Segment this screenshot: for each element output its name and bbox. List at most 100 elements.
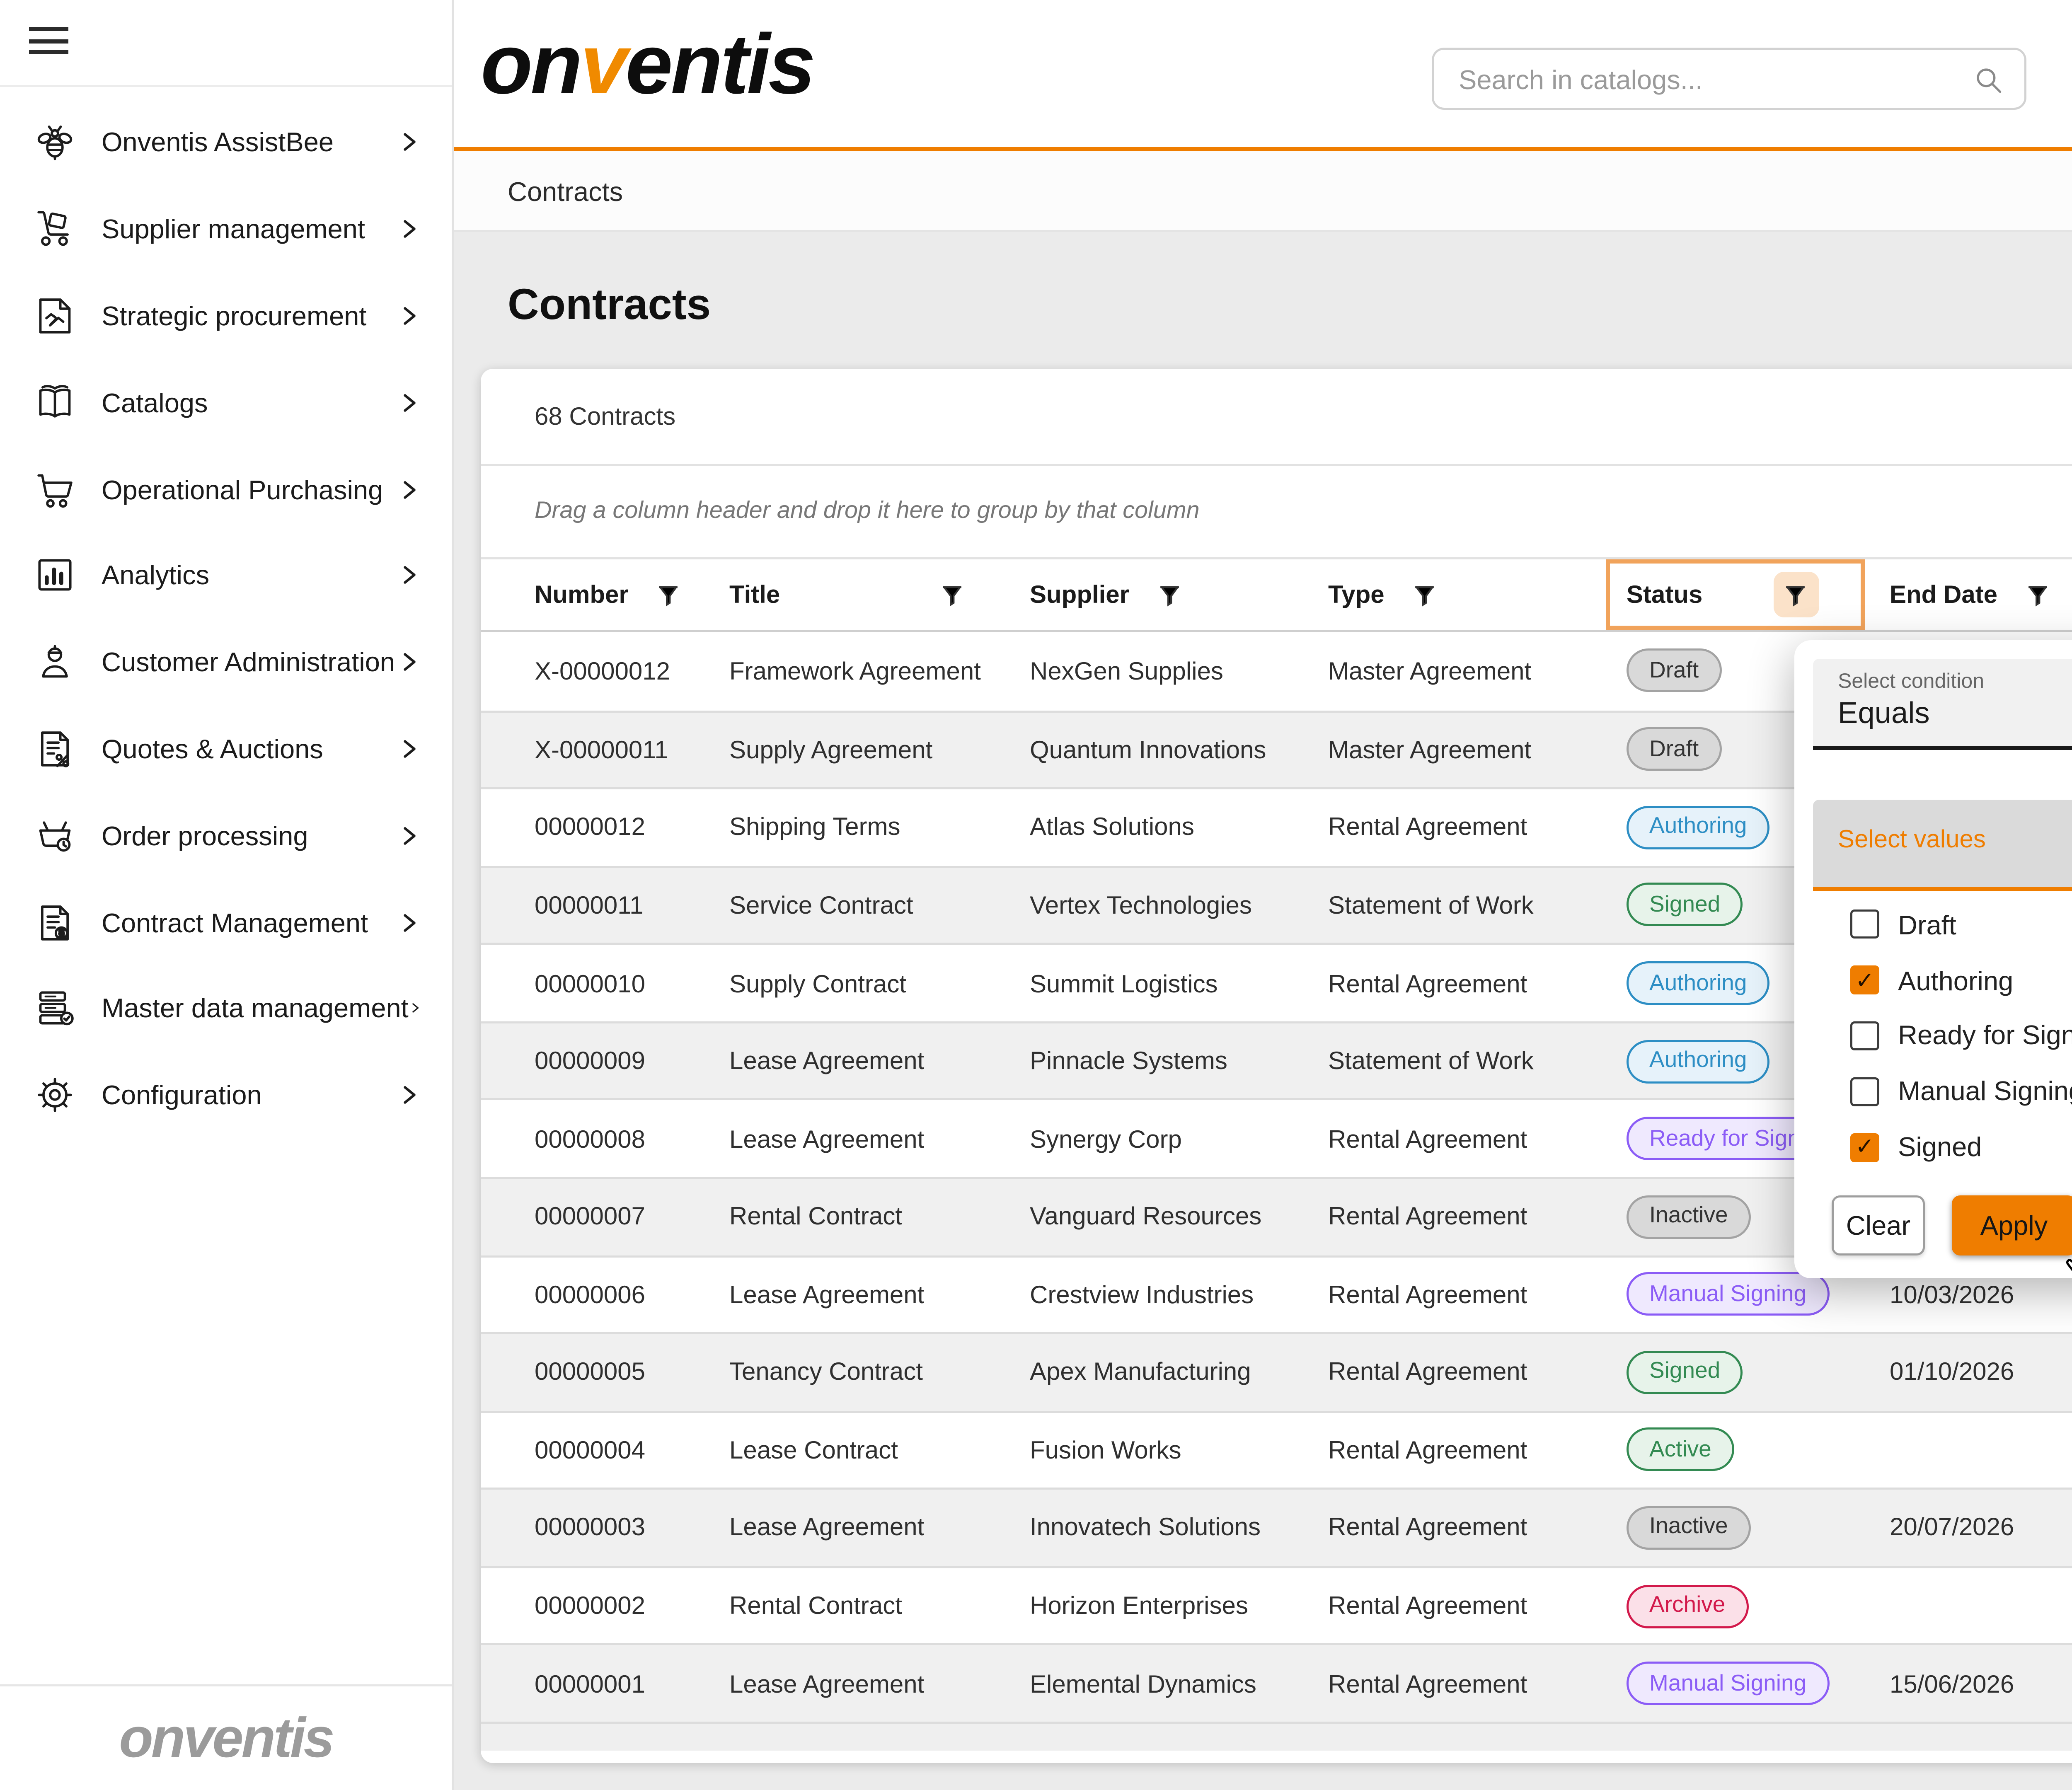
table-row[interactable]: 00000001 Lease Agreement Elemental Dynam… xyxy=(481,1644,2072,1722)
column-header[interactable]: Supplier xyxy=(1015,559,1316,630)
sidebar-item-icon xyxy=(33,900,77,944)
sidebar-item[interactable]: Order processing xyxy=(0,792,452,879)
header-accent-line xyxy=(454,146,2072,152)
funnel-icon xyxy=(939,581,966,608)
sidebar-item-icon xyxy=(33,1074,77,1117)
cell-status: Manual Signing xyxy=(1606,1646,1865,1722)
cell-supplier: Crestview Industries xyxy=(1015,1257,1316,1333)
condition-select[interactable]: Select condition Equals xyxy=(1813,659,2072,750)
values-select[interactable]: Select values xyxy=(1813,800,2072,891)
table-row[interactable]: 00000004 Lease Contract Fusion Works Ren… xyxy=(481,1410,2072,1488)
status-badge: Draft xyxy=(1627,649,1721,692)
cell-end-date: 20/07/2026 xyxy=(1865,1490,2072,1566)
cell-title: Lease Agreement xyxy=(704,1023,1015,1099)
sidebar-item[interactable]: Supplier management xyxy=(0,186,452,273)
sidebar-nav: Onventis AssistBee Supplier management S… xyxy=(0,99,452,1139)
app-window: Onventis AssistBee Supplier management S… xyxy=(0,0,2072,1790)
search-icon[interactable] xyxy=(1970,61,2006,97)
count-bar: 68 Contracts xyxy=(481,369,2072,466)
status-badge: Inactive xyxy=(1627,1195,1751,1238)
cell-type: Rental Agreement xyxy=(1316,1334,1606,1410)
cell-number: 00000012 xyxy=(508,790,704,866)
sidebar-item[interactable]: Master data management xyxy=(0,965,452,1052)
filter-option[interactable]: Authoring xyxy=(1813,953,2072,1008)
cell-type: Rental Agreement xyxy=(1316,790,1606,866)
filter-option[interactable]: Draft xyxy=(1813,897,2072,953)
status-badge: Authoring xyxy=(1627,1039,1769,1083)
filter-option[interactable]: Manual Signing xyxy=(1813,1064,2072,1119)
sidebar-item-label: Analytics xyxy=(102,560,396,591)
cell-number: 00000006 xyxy=(508,1257,704,1333)
cell-title: Supply Contract xyxy=(704,945,1015,1021)
filter-button[interactable] xyxy=(1773,572,1818,617)
sidebar: Onventis AssistBee Supplier management S… xyxy=(0,0,454,1790)
filter-button[interactable] xyxy=(2014,572,2060,617)
clear-button[interactable]: Clear xyxy=(1832,1195,1925,1255)
status-badge: Authoring xyxy=(1627,961,1769,1005)
column-header[interactable]: Type xyxy=(1316,559,1606,630)
status-badge: Authoring xyxy=(1627,806,1769,849)
cell-supplier: Pinnacle Systems xyxy=(1015,1023,1316,1099)
filter-option[interactable]: Signed xyxy=(1813,1119,2072,1175)
sidebar-item-label: Order processing xyxy=(102,820,396,851)
chevron-right-icon xyxy=(396,302,423,329)
cell-status: Inactive xyxy=(1606,1490,1865,1566)
cell-title: Lease Contract xyxy=(704,1412,1015,1488)
sidebar-item[interactable]: Catalogs xyxy=(0,359,452,446)
filter-button[interactable] xyxy=(645,572,691,617)
funnel-icon xyxy=(1155,581,1182,608)
sidebar-item[interactable]: Contract Management xyxy=(0,879,452,965)
filter-option-label: Signed xyxy=(1898,1131,1982,1162)
sidebar-item[interactable]: Operational Purchasing xyxy=(0,446,452,532)
cell-type: Rental Agreement xyxy=(1316,1646,1606,1722)
status-badge: Inactive xyxy=(1627,1506,1751,1550)
table-row[interactable]: 00000003 Lease Agreement Innovatech Solu… xyxy=(481,1488,2072,1566)
chevron-right-icon xyxy=(396,735,423,762)
column-header[interactable]: Status xyxy=(1606,559,1865,630)
chevron-right-icon xyxy=(396,1082,423,1109)
cell-supplier: Elemental Dynamics xyxy=(1015,1646,1316,1722)
chevron-right-icon xyxy=(396,216,423,243)
cell-supplier: Horizon Enterprises xyxy=(1015,1568,1316,1644)
column-label: End Date xyxy=(1890,580,1997,609)
checkbox[interactable] xyxy=(1850,1077,1879,1106)
breadcrumb[interactable]: Contracts xyxy=(508,175,623,206)
column-header[interactable]: Title xyxy=(704,559,1015,630)
apply-button[interactable]: Apply xyxy=(1952,1195,2072,1255)
sidebar-item[interactable]: Customer Administration xyxy=(0,619,452,706)
sidebar-item[interactable]: Quotes & Auctions xyxy=(0,706,452,792)
values-option-list: Draft Authoring Ready for Signing Manual… xyxy=(1813,897,2072,1175)
sidebar-item[interactable]: Configuration xyxy=(0,1052,452,1139)
sidebar-item[interactable]: Strategic procurement xyxy=(0,273,452,359)
group-drop-zone[interactable]: Drag a column header and drop it here to… xyxy=(481,466,2072,559)
cell-supplier: Innovatech Solutions xyxy=(1015,1490,1316,1566)
checkbox[interactable] xyxy=(1850,1132,1879,1161)
cell-title: Rental Contract xyxy=(704,1179,1015,1255)
sidebar-item-label: Quotes & Auctions xyxy=(102,733,396,764)
cell-end-date xyxy=(1865,1412,2072,1488)
column-header[interactable]: Number xyxy=(508,559,704,630)
cell-supplier: Fusion Works xyxy=(1015,1412,1316,1488)
filter-button[interactable] xyxy=(929,572,975,617)
table-row[interactable]: 00000005 Tenancy Contract Apex Manufactu… xyxy=(481,1332,2072,1410)
sidebar-item[interactable]: Analytics xyxy=(0,532,452,619)
search-input[interactable] xyxy=(1434,63,1970,94)
filter-button[interactable] xyxy=(1146,572,1191,617)
group-hint: Drag a column header and drop it here to… xyxy=(535,499,1200,524)
filter-option-label: Manual Signing xyxy=(1898,1076,2072,1107)
cell-title: Lease Agreement xyxy=(704,1101,1015,1177)
table-row[interactable]: 00000002 Rental Contract Horizon Enterpr… xyxy=(481,1566,2072,1644)
breadcrumb-bar: Contracts xyxy=(454,151,2072,232)
sidebar-item[interactable]: Onventis AssistBee xyxy=(0,99,452,186)
filter-button[interactable] xyxy=(1401,572,1447,617)
checkbox[interactable] xyxy=(1850,1021,1879,1050)
checkbox[interactable] xyxy=(1850,910,1879,939)
column-header[interactable]: End Date xyxy=(1865,559,2072,630)
menu-icon[interactable] xyxy=(29,27,68,56)
checkbox[interactable] xyxy=(1850,966,1879,995)
page-title: Contracts xyxy=(508,282,711,331)
filter-option[interactable]: Ready for Signing xyxy=(1813,1008,2072,1064)
catalog-search xyxy=(1432,48,2026,110)
cell-type: Rental Agreement xyxy=(1316,1412,1606,1488)
cell-supplier: Atlas Solutions xyxy=(1015,790,1316,866)
